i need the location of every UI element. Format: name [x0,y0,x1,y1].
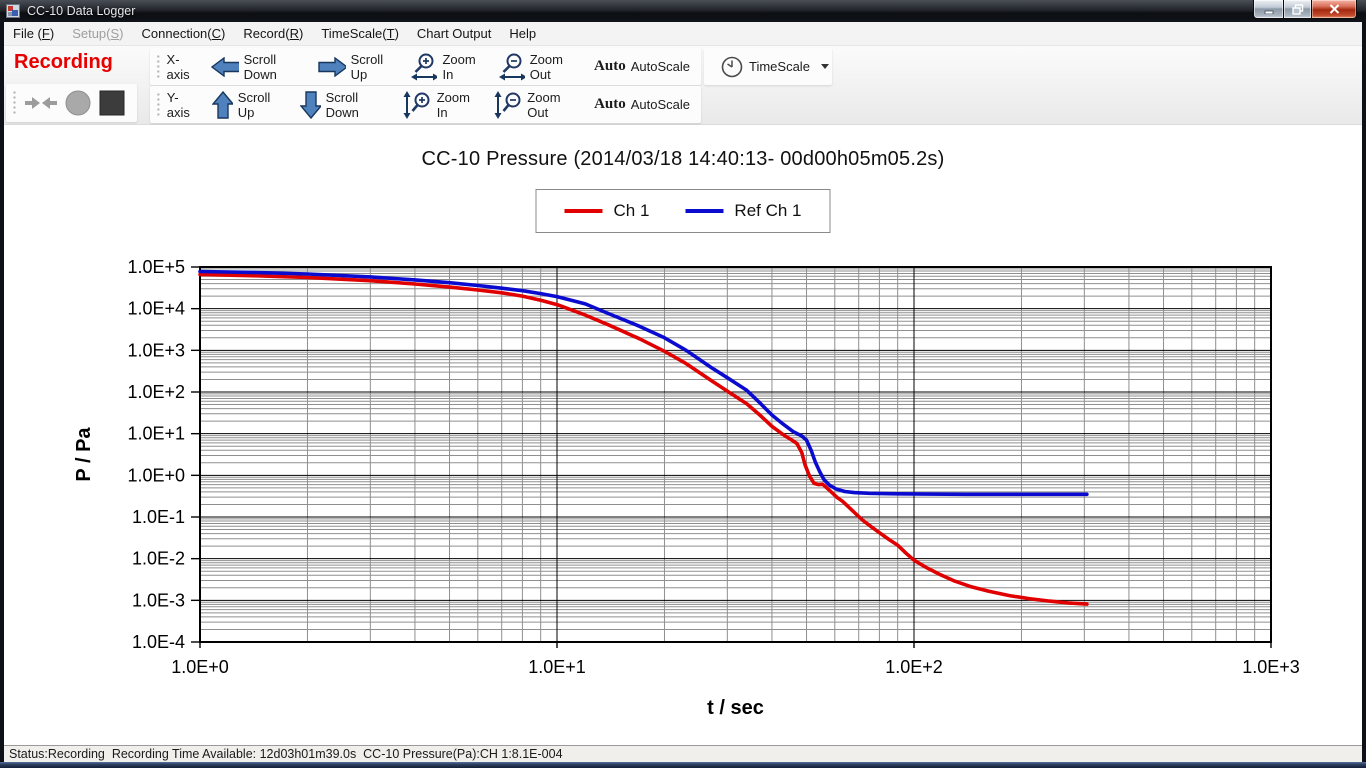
title-bar: CC-10 Data Logger [0,0,1366,22]
legend-item-ch1: Ch 1 [564,201,649,221]
refch1-legend-label: Ref Ch 1 [734,201,801,221]
yaxis-zoom-out-button[interactable]: Zoom Out [488,88,588,122]
window-controls [1253,0,1357,19]
minimize-icon [1264,5,1274,14]
close-button[interactable] [1312,0,1357,19]
yaxis-scroll-down-button[interactable]: Scroll Down [294,88,398,122]
svg-text:1.0E+4: 1.0E+4 [127,299,185,319]
svg-text:1.0E+5: 1.0E+5 [127,257,185,277]
restore-button[interactable] [1283,0,1312,19]
svg-text:1.0E+1: 1.0E+1 [528,657,586,677]
menu-help[interactable]: Help [500,22,545,45]
menu-record[interactable]: Record(R) [234,22,312,45]
status-bar: Status:Recording Recording Time Availabl… [4,745,1362,762]
chart-title: CC-10 Pressure (2014/03/18 14:40:13- 00d… [4,148,1362,171]
xaxis-scroll-down-button[interactable]: Scroll Down [205,50,312,84]
arrow-left-icon [211,57,238,77]
yaxis-scroll-up-button[interactable]: Scroll Up [206,88,294,122]
xaxis-label: X-axis [167,52,200,82]
app-icon [6,4,20,18]
svg-text:1.0E+3: 1.0E+3 [127,340,185,360]
timescale-button[interactable]: TimeScale [714,53,835,81]
svg-text:1.0E-3: 1.0E-3 [132,590,185,610]
minimize-button[interactable] [1253,0,1283,19]
toolstrip-grip[interactable] [156,92,161,118]
menu-bar: File (F) Setup(S) Connection(C) Record(R… [4,22,1362,46]
refch1-line-sample [685,209,723,213]
record-button[interactable] [65,90,91,116]
xaxis-toolstrip: X-axis Scroll Down Scroll Up [150,48,701,85]
svg-text:1.0E+0: 1.0E+0 [171,657,229,677]
menu-setup: Setup(S) [63,22,132,45]
app-icon-blue-square [12,10,18,16]
toolstrip-grip[interactable] [12,90,17,116]
legend-item-refch1: Ref Ch 1 [685,201,801,221]
stop-button[interactable] [99,90,125,116]
menu-timescale[interactable]: TimeScale(T) [312,22,408,45]
chart-area: 1.0E+0 1.0E+1 1.0E+2 1.0E+3 1.0E+5 1.0E+4 1.0E… [4,125,1362,745]
svg-text:t / sec: t / sec [707,697,764,719]
yaxis-autoscale-button[interactable]: Auto AutoScale [588,94,696,115]
timescale-toolstrip: TimeScale [704,48,832,85]
stop-square-icon [99,90,125,116]
menu-connection[interactable]: Connection(C) [133,22,235,45]
record-toolstrip [6,84,137,122]
menu-chart-output[interactable]: Chart Output [408,22,500,45]
svg-text:1.0E-4: 1.0E-4 [132,632,185,652]
disconnect-button[interactable] [25,95,57,111]
toolstrip-grip[interactable] [156,54,161,80]
svg-text:1.0E+2: 1.0E+2 [127,382,185,402]
svg-text:1.0E-1: 1.0E-1 [132,507,185,527]
yaxis-label: Y-axis [167,90,200,120]
restore-icon [1292,4,1304,15]
svg-text:P / Pa: P / Pa [73,427,95,482]
zoom-out-horizontal-icon [498,52,525,82]
toolbar: Recording [4,46,1362,125]
arrow-up-icon [212,91,233,119]
recording-status-label: Recording [14,51,113,74]
zoom-in-horizontal-icon [410,52,437,82]
ch1-line-sample [564,209,602,213]
menu-file[interactable]: File (F) [4,22,63,45]
xaxis-zoom-out-button[interactable]: Zoom Out [492,50,588,84]
svg-text:1.0E-2: 1.0E-2 [132,549,185,569]
zoom-in-vertical-icon [403,90,431,120]
xaxis-scroll-up-button[interactable]: Scroll Up [312,50,404,84]
xaxis-autoscale-button[interactable]: Auto AutoScale [588,56,696,77]
xaxis-zoom-in-button[interactable]: Zoom In [404,50,491,84]
yaxis-zoom-in-button[interactable]: Zoom In [397,88,488,122]
client-area: File (F) Setup(S) Connection(C) Record(R… [4,22,1362,762]
arrow-right-icon [318,57,345,77]
window-title: CC-10 Data Logger [27,4,135,18]
ch1-legend-label: Ch 1 [613,201,649,221]
arrow-down-icon [300,91,321,119]
svg-text:1.0E+2: 1.0E+2 [885,657,943,677]
record-circle-icon [65,90,91,116]
svg-text:1.0E+3: 1.0E+3 [1242,657,1300,677]
zoom-out-vertical-icon [494,90,522,120]
svg-text:1.0E+1: 1.0E+1 [127,424,185,444]
status-text: Status:Recording Recording Time Availabl… [9,747,563,761]
clock-icon [720,55,744,79]
auto-icon: Auto [594,96,626,113]
yaxis-toolstrip: Y-axis Scroll Up Scroll Down [150,86,701,123]
chevron-down-icon [821,64,829,69]
legend: Ch 1 Ref Ch 1 [535,189,830,233]
connector-icon [25,95,57,111]
close-icon [1329,4,1340,14]
taskbar-edge [0,762,1366,768]
auto-icon: Auto [594,58,626,75]
svg-text:1.0E+0: 1.0E+0 [127,465,185,485]
